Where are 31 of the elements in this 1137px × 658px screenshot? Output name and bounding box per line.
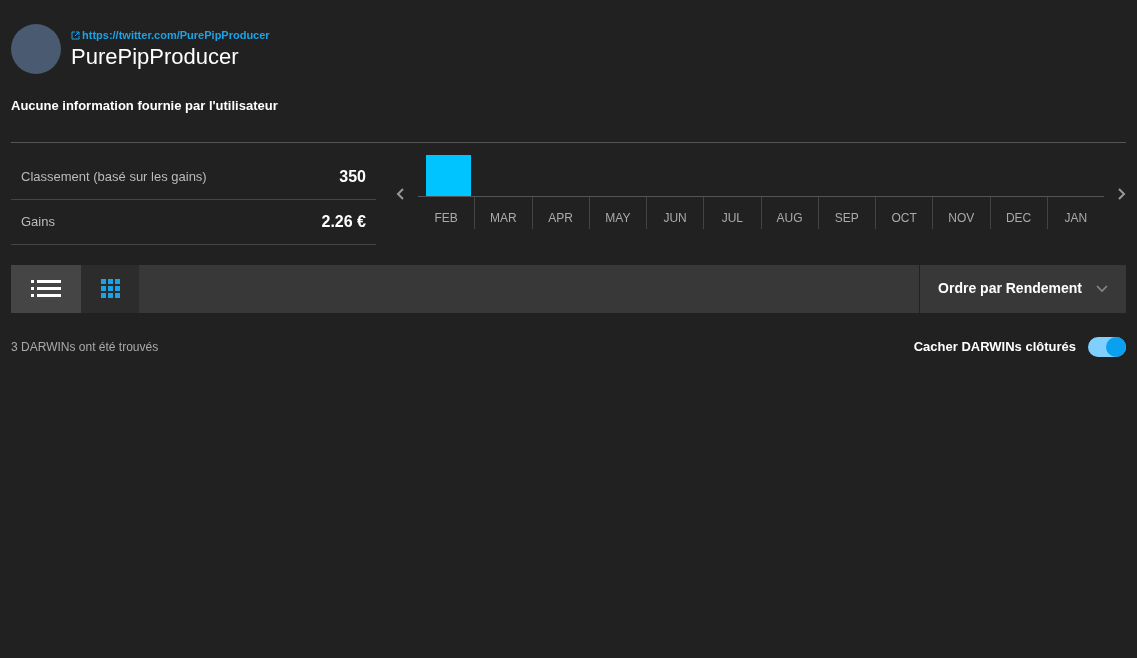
chevron-down-icon	[1096, 284, 1108, 293]
stat-label: Classement (basé sur les gains)	[21, 167, 207, 186]
month-label: FEB	[434, 210, 458, 225]
username: PurePipProducer	[71, 43, 240, 72]
avatar-photo-placeholder	[11, 24, 61, 74]
grid-view-button[interactable]	[81, 264, 139, 313]
result-count: 3 DARWINs ont été trouvés	[11, 338, 159, 356]
month-label: DEC	[1005, 210, 1032, 225]
list-view-button[interactable]	[11, 264, 81, 313]
month-label: JUL	[721, 210, 744, 225]
chart-bar	[426, 154, 471, 196]
toggle-label: Cacher DARWINs clôturés	[913, 337, 1076, 356]
external-link-icon	[71, 30, 80, 40]
month-label: SEP	[834, 210, 859, 225]
stat-value: 350	[339, 166, 366, 187]
sort-dropdown[interactable]: Ordre par Rendement	[919, 264, 1126, 313]
stat-value: 2.26 €	[321, 211, 366, 232]
month-label: APR	[548, 210, 573, 225]
month-label: MAR	[490, 210, 517, 225]
month-label: MAY	[605, 210, 631, 225]
grid-icon	[100, 279, 120, 298]
bio-text: Aucune information fournie par l'utilisateur	[11, 97, 279, 115]
month-label: JAN	[1064, 210, 1088, 225]
profile-link[interactable]: https://twitter.com/PurePipProducer	[71, 26, 270, 44]
month-label: AUG	[776, 210, 803, 225]
month-label: JUN	[663, 210, 687, 225]
list-icon	[31, 279, 61, 298]
month-label: NOV	[948, 210, 975, 225]
month-label: OCT	[891, 210, 917, 225]
hide-closed-toggle[interactable]	[1088, 336, 1126, 357]
stat-label: Gains	[21, 212, 55, 231]
